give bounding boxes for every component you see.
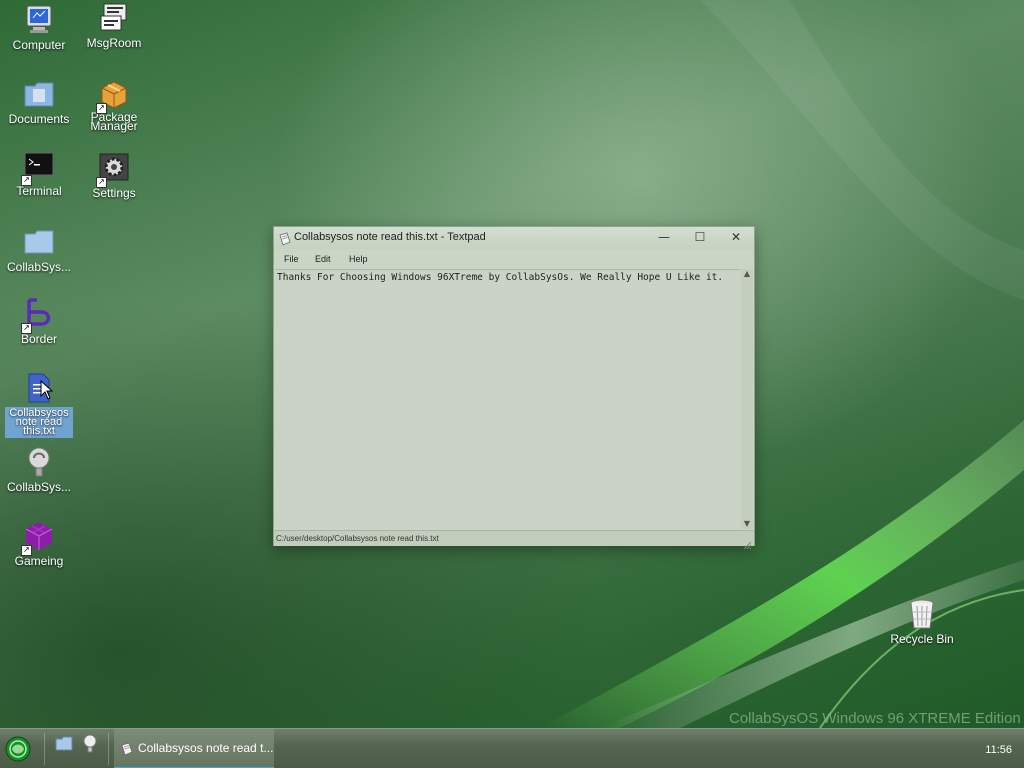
taskbar-separator	[108, 733, 109, 765]
desktop-icon-package-manager[interactable]: ↗ Package Manager	[80, 78, 148, 133]
start-button[interactable]	[4, 735, 32, 763]
shortcut-arrow-icon: ↗	[21, 323, 32, 334]
mouse-cursor-icon	[40, 380, 54, 400]
menu-edit[interactable]: Edit	[315, 254, 331, 264]
resize-grip-icon[interactable]	[742, 535, 752, 550]
icon-label: Terminal	[16, 184, 62, 198]
file-path: C:/user/desktop/Collabsysos note read th…	[276, 534, 439, 543]
icon-label: Gameing	[14, 554, 64, 568]
desktop-icon-border[interactable]: ↗ Border	[5, 298, 73, 346]
icon-label: CollabSys...	[6, 260, 72, 274]
shortcut-arrow-icon: ↗	[21, 175, 32, 186]
window-title: Collabsysos note read this.txt - Textpad	[294, 231, 486, 243]
icon-label: Package Manager	[90, 110, 138, 133]
quicklaunch-collabsys-icon[interactable]	[80, 734, 100, 754]
terminal-icon: ↗	[21, 150, 55, 186]
icon-label: MsgRoom	[86, 36, 142, 50]
scroll-down-icon[interactable]: ▼	[741, 519, 753, 529]
desktop-icon-documents[interactable]: Documents	[5, 78, 73, 126]
quicklaunch-files-icon[interactable]	[54, 734, 74, 754]
maximize-button[interactable]: ☐	[682, 227, 718, 249]
system-clock[interactable]: 11:56	[985, 744, 1012, 756]
shortcut-arrow-icon: ↗	[21, 545, 32, 556]
game-cube-icon: ↗	[21, 520, 55, 556]
start-orb-icon	[5, 736, 31, 762]
icon-label: Computer	[12, 38, 66, 52]
document-text: Thanks For Choosing Windows 96XTreme by …	[277, 272, 724, 283]
collabsys-app-icon	[23, 446, 55, 478]
desktop-icon-computer[interactable]: Computer	[5, 4, 73, 52]
text-editor-area[interactable]: Thanks For Choosing Windows 96XTreme by …	[275, 269, 740, 530]
textpad-task-icon	[120, 741, 134, 756]
msgroom-icon	[98, 2, 130, 34]
settings-icon: ↗	[96, 152, 130, 188]
folder-icon	[23, 226, 55, 258]
desktop-icon-note-file[interactable]: Collabsysos note read this.txt	[5, 372, 73, 438]
window-titlebar[interactable]: Collabsysos note read this.txt - Textpad…	[274, 227, 754, 249]
textpad-window[interactable]: Collabsysos note read this.txt - Textpad…	[273, 226, 755, 550]
icon-label: Settings	[92, 186, 136, 200]
task-label: Collabsysos note read t...	[138, 741, 274, 755]
desktop-icon-terminal[interactable]: ↗ Terminal	[5, 150, 73, 198]
desktop-icon-collabsys-app[interactable]: CollabSys...	[5, 446, 73, 494]
desktop[interactable]: Computer MsgRoom Documents ↗ Package Man…	[0, 0, 1024, 728]
vertical-scrollbar[interactable]: ▲ ▼	[741, 269, 753, 529]
menu-bar: File Edit Help	[274, 249, 754, 269]
package-icon: ↗	[96, 78, 130, 114]
scroll-up-icon[interactable]: ▲	[741, 269, 753, 279]
taskbar-separator	[44, 733, 45, 765]
icon-label: Border	[20, 332, 58, 346]
taskbar-task-textpad[interactable]: Collabsysos note read t...	[114, 729, 274, 768]
icon-label: Documents	[8, 112, 70, 126]
status-bar: C:/user/desktop/Collabsysos note read th…	[274, 530, 754, 550]
icon-label: Collabsysos note read this.txt	[5, 407, 73, 438]
desktop-icon-collabsys-folder[interactable]: CollabSys...	[5, 226, 73, 274]
desktop-icon-settings[interactable]: ↗ Settings	[80, 152, 148, 200]
menu-file[interactable]: File	[284, 254, 299, 264]
desktop-icon-recycle-bin[interactable]: Recycle Bin	[887, 598, 957, 646]
minimize-button[interactable]: —	[646, 227, 682, 249]
edition-watermark: CollabSysOS Windows 96 XTREME Edition	[729, 710, 1021, 727]
menu-help[interactable]: Help	[349, 254, 368, 264]
desktop-icon-gameing[interactable]: ↗ Gameing	[5, 520, 73, 568]
icon-label: CollabSys...	[6, 480, 72, 494]
documents-folder-icon	[23, 78, 55, 110]
shortcut-arrow-icon: ↗	[96, 177, 107, 188]
close-button[interactable]: ✕	[718, 227, 754, 249]
computer-icon	[23, 4, 55, 36]
border-b-icon: ↗	[21, 298, 55, 334]
textpad-app-icon	[279, 231, 291, 246]
recycle-bin-icon	[906, 598, 938, 630]
shortcut-arrow-icon: ↗	[96, 103, 107, 114]
desktop-icon-msgroom[interactable]: MsgRoom	[80, 2, 148, 50]
taskbar: Collabsysos note read t... 11:56	[0, 728, 1024, 768]
icon-label: Recycle Bin	[890, 632, 954, 646]
